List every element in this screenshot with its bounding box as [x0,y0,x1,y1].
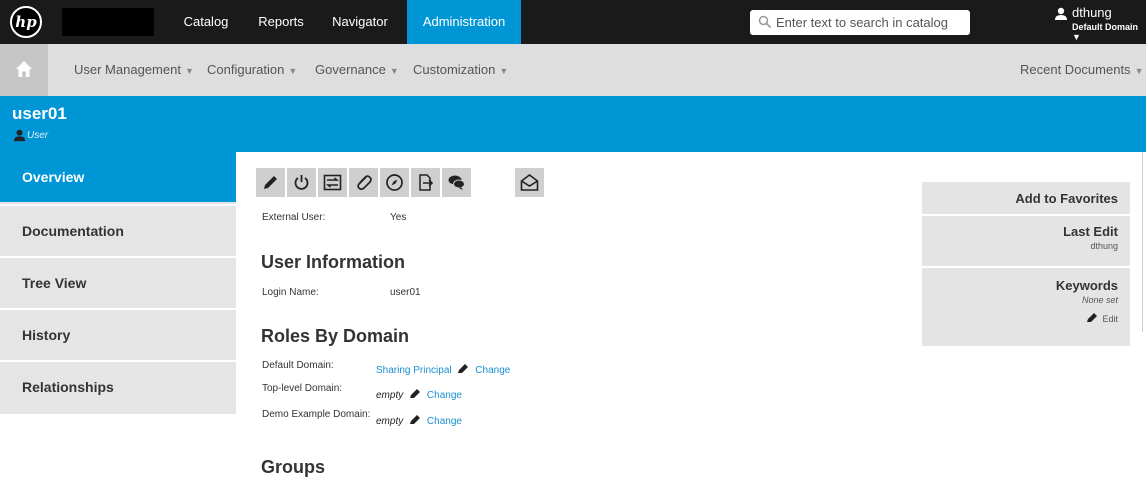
pencil-icon [1087,313,1098,322]
role-row-label: Top-level Domain: [262,383,343,394]
user-information-title: User Information [261,252,406,272]
roles-by-domain-title: Roles By Domain [261,326,410,346]
user-icon [1055,7,1067,20]
page-header: user01 User [0,96,1146,152]
comment-button[interactable] [442,168,471,197]
redacted-block [62,8,154,36]
disable-button[interactable] [287,168,316,197]
sidenav-tree-view[interactable]: Tree View [0,256,236,306]
caret-down-icon: ▼ [499,66,509,76]
pencil-icon [264,176,277,189]
top-bar: hp Catalog Reports Navigator Administrat… [0,0,1146,44]
groups-title: Groups [261,457,326,477]
menu-recent-documents[interactable]: Recent Documents ▼ [1020,44,1143,96]
user-menu[interactable]: dthung [1072,5,1112,20]
caret-down-icon: ▼ [288,66,298,76]
keywords-title: Keywords [1055,278,1118,293]
external-user-label: External User: [262,212,326,223]
caret-down-icon: ▼ [184,66,194,76]
nav-navigator[interactable]: Navigator [324,0,396,44]
login-name-value: user01 [390,287,421,298]
menu-configuration[interactable]: Configuration ▼ [207,44,297,96]
sidenav-relationships[interactable]: Relationships [0,360,236,410]
role-link[interactable]: Sharing Principal [376,365,452,376]
role-row-value: empty Change [376,387,462,401]
power-icon [294,175,309,190]
last-edit-user: dthung [1090,241,1118,251]
attach-button[interactable] [349,168,378,197]
pencil-icon [457,364,468,373]
sidenav-overview[interactable]: Overview [0,152,236,202]
external-user-value: Yes [390,212,407,223]
compare-button[interactable] [318,168,347,197]
search-input[interactable] [776,12,966,33]
change-link[interactable]: Change [475,365,510,376]
menu-label: Governance [315,62,386,77]
last-edit-title: Last Edit [1063,224,1118,239]
add-to-favorites-button[interactable]: Add to Favorites [922,182,1130,214]
login-name-label: Login Name: [262,287,319,298]
keywords-edit-button[interactable]: Edit [922,311,1118,325]
sidenav-documentation[interactable]: Documentation [0,204,236,254]
menu-bar: User Management ▼ Configuration ▼ Governan… [0,44,1146,96]
email-button[interactable] [515,168,544,197]
sidenav-history[interactable]: History [0,308,236,358]
menu-user-management[interactable]: User Management ▼ [74,44,194,96]
pencil-icon [409,389,420,398]
paperclip-icon [357,175,372,190]
menu-label: Configuration [207,62,285,77]
compass-icon [386,174,403,191]
domain-selector[interactable]: Default Domain ▼ [1072,22,1146,42]
navigate-button[interactable] [380,168,409,197]
caret-down-icon: ▼ [389,66,399,76]
page-subtitle: User [27,130,49,141]
user-type-icon [13,129,26,142]
edit-label: Edit [1102,314,1118,324]
edit-button[interactable] [256,168,285,197]
nav-administration[interactable]: Administration [407,0,521,44]
change-link[interactable]: Change [427,416,462,427]
role-row-label: Default Domain: [262,360,334,371]
menu-customization[interactable]: Customization ▼ [413,44,508,96]
home-button[interactable] [0,44,48,96]
role-empty-value: empty [376,390,404,401]
search-icon [758,15,772,29]
keywords-value: None set [1081,295,1118,305]
scrollbar[interactable] [1142,152,1143,332]
nav-catalog[interactable]: Catalog [174,0,238,44]
comment-icon [448,175,465,190]
role-empty-value: empty [376,416,404,427]
add-to-favorites-label: Add to Favorites [1015,191,1118,206]
compare-icon [323,174,342,191]
keywords-panel: Keywords None set Edit [922,268,1130,346]
menu-governance[interactable]: Governance ▼ [315,44,399,96]
search-box[interactable] [750,10,970,35]
menu-label: Recent Documents [1020,62,1131,77]
envelope-icon [520,174,539,191]
caret-down-icon: ▼ [1134,66,1144,76]
last-edit-panel: Last Edit dthung [922,216,1130,266]
nav-reports[interactable]: Reports [248,0,314,44]
role-row-value: empty Change [376,413,462,427]
pencil-icon [409,415,420,424]
export-icon [419,174,434,191]
role-row-value: Sharing Principal Change [376,362,510,376]
hp-logo[interactable]: hp [10,6,42,38]
home-icon [16,61,32,77]
role-row-label: Demo Example Domain: [262,409,371,420]
menu-label: Customization [413,62,496,77]
export-button[interactable] [411,168,440,197]
side-nav: Overview Documentation Tree View History… [0,152,236,414]
change-link[interactable]: Change [427,390,462,401]
page-title: user01 [12,104,67,123]
menu-label: User Management [74,62,181,77]
